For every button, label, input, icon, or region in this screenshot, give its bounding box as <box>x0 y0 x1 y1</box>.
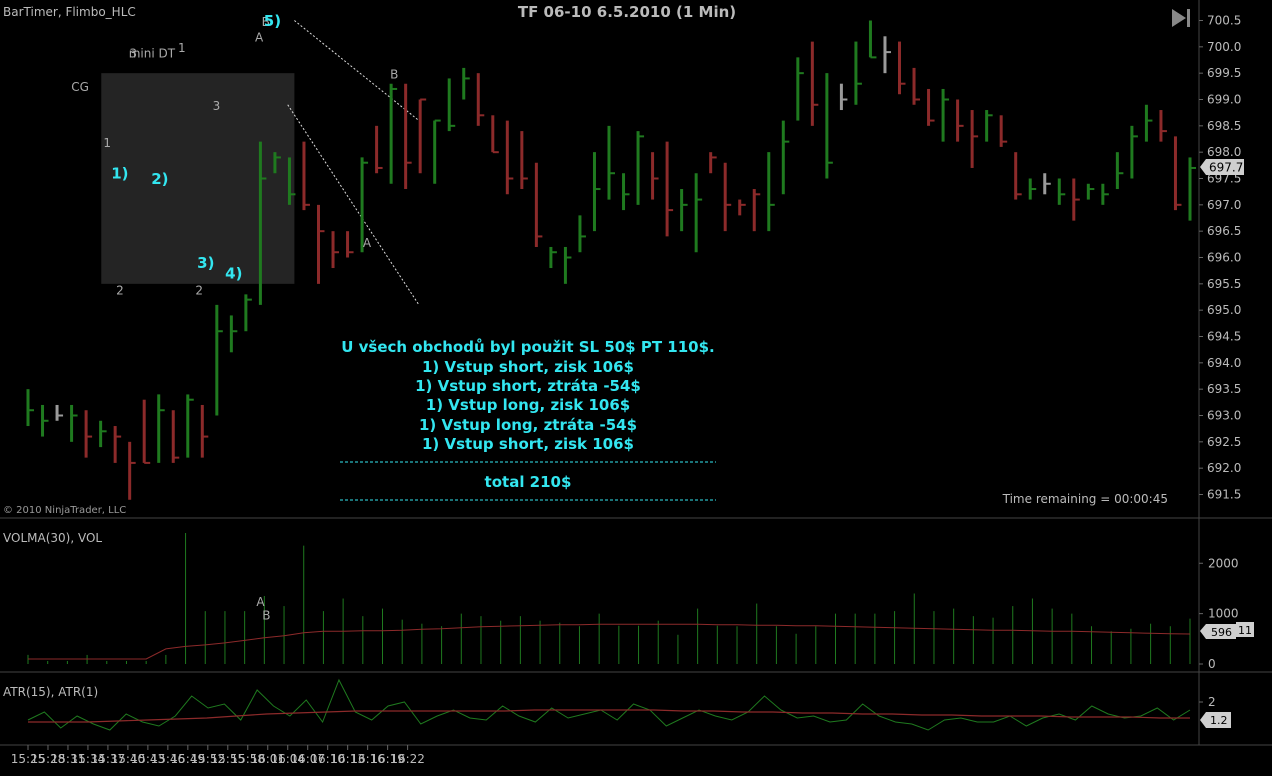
summary-line-0: U všech obchodů byl použit SL 50$ PT 110… <box>341 338 715 356</box>
volume-tick-label: 0 <box>1208 657 1216 671</box>
price-tick-label: 698.0 <box>1207 145 1241 159</box>
price-label: A <box>363 236 372 250</box>
last-price-value: 697.7 <box>1209 161 1243 175</box>
cg-label: CG <box>71 80 89 94</box>
summary-total: total 210$ <box>485 473 572 491</box>
summary-line-5: 1) Vstup short, zisk 106$ <box>422 435 634 453</box>
trade-annotation: 2) <box>151 170 168 188</box>
price-tick-label: 695.0 <box>1207 303 1241 317</box>
price-label: 3 <box>213 99 221 113</box>
volume-last-badge: 11 <box>1236 622 1254 637</box>
price-label: B <box>390 67 398 81</box>
price-tick-label: 698.5 <box>1207 119 1241 133</box>
price-label: 2 <box>195 283 203 297</box>
trade-annotation: 4) <box>225 265 242 283</box>
time-tick-label: 16:22 <box>390 752 425 766</box>
price-label: 2 <box>116 283 124 297</box>
volume-label: A <box>256 595 265 609</box>
indicator-list: BarTimer, Flimbo_HLC <box>3 5 136 19</box>
price-tick-label: 696.5 <box>1207 224 1241 238</box>
price-label: 1 <box>178 41 186 55</box>
volume-ma-badge: 596 <box>1200 624 1236 639</box>
price-tick-label: 695.5 <box>1207 277 1241 291</box>
price-tick-label: 699.0 <box>1207 93 1241 107</box>
volume-last-value: 11 <box>1238 624 1252 637</box>
atr-value: 1.2 <box>1210 714 1228 727</box>
trade-annotation: 3) <box>197 254 214 272</box>
price-tick-label: 692.0 <box>1207 461 1241 475</box>
price-label: 1 <box>103 136 111 150</box>
copyright-text: © 2010 NinjaTrader, LLC <box>3 505 126 516</box>
volume-label: B <box>262 609 270 623</box>
volume-tick-label: 2000 <box>1208 556 1239 570</box>
time-remaining: Time remaining = 00:00:45 <box>1002 492 1168 506</box>
price-tick-label: 699.5 <box>1207 66 1241 80</box>
price-tick-label: 693.5 <box>1207 382 1241 396</box>
volume-pane-title: VOLMA(30), VOL <box>3 531 102 545</box>
price-tick-label: 691.5 <box>1207 488 1241 502</box>
last-price-badge: 697.7 <box>1200 159 1244 175</box>
volume-tick-label: 1000 <box>1208 607 1239 621</box>
price-tick-label: 694.5 <box>1207 330 1241 344</box>
summary-line-4: 1) Vstup long, ztráta -54$ <box>419 416 637 434</box>
summary-line-3: 1) Vstup long, zisk 106$ <box>426 396 630 414</box>
price-label: mini DT <box>129 46 176 60</box>
price-tick-label: 693.0 <box>1207 409 1241 423</box>
price-tick-label: 700.5 <box>1207 14 1241 28</box>
atr-badge: 1.2 <box>1200 712 1231 728</box>
trade-annotation: 5) <box>264 12 281 30</box>
atr-tick-label: 2 <box>1208 695 1216 709</box>
chart-title: TF 06-10 6.5.2010 (1 Min) <box>518 3 736 21</box>
atr-pane-title: ATR(15), ATR(1) <box>3 685 98 699</box>
price-tick-label: 697.0 <box>1207 198 1241 212</box>
price-tick-label: 694.0 <box>1207 356 1241 370</box>
price-tick-label: 696.0 <box>1207 251 1241 265</box>
price-tick-label: 692.5 <box>1207 435 1241 449</box>
chart-canvas: BarTimer, Flimbo_HLC TF 06-10 6.5.2010 (… <box>0 0 1272 776</box>
volume-ma-value: 596 <box>1211 626 1232 639</box>
trade-annotation: 1) <box>111 165 128 183</box>
summary-line-2: 1) Vstup short, ztráta -54$ <box>415 377 641 395</box>
price-tick-label: 700.0 <box>1207 40 1241 54</box>
price-label: A <box>255 31 264 45</box>
summary-line-1: 1) Vstup short, zisk 106$ <box>422 358 634 376</box>
